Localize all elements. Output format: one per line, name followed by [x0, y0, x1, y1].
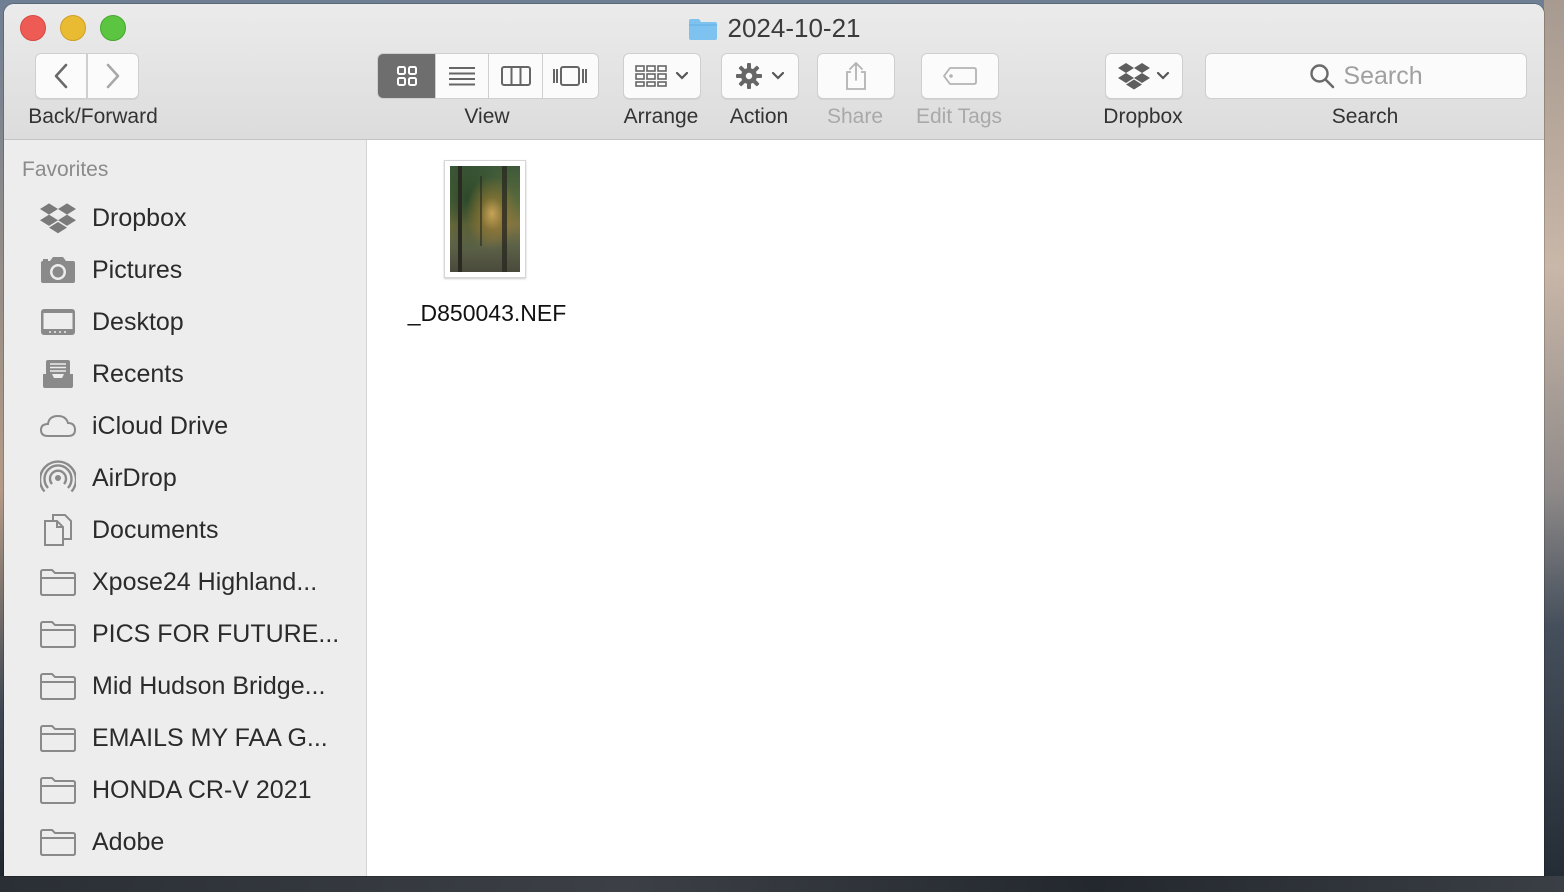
search-field[interactable]: Search	[1205, 53, 1527, 99]
sidebar-item-label: Recents	[92, 359, 184, 388]
arrange-icon	[635, 65, 667, 87]
sidebar-item-airdrop[interactable]: AirDrop	[4, 452, 366, 504]
sidebar: Favorites Dropbox Pictures Desktop Recen…	[4, 140, 367, 876]
recents-icon	[38, 356, 78, 392]
folder-icon	[38, 772, 78, 808]
sidebar-item-label: Adobe	[92, 827, 165, 856]
icon-view-button[interactable]	[378, 54, 437, 98]
sidebar-item-mid-hudson-bridge[interactable]: Mid Hudson Bridge...	[4, 660, 366, 712]
airdrop-icon	[38, 460, 78, 496]
folder-icon	[688, 16, 718, 48]
desktop-background	[1544, 0, 1564, 892]
back-button[interactable]	[35, 53, 87, 99]
photo-preview	[450, 166, 520, 272]
cloud-icon	[38, 408, 78, 444]
edit-tags-label: Edit Tags	[916, 105, 1002, 128]
sidebar-item-adobe[interactable]: Adobe	[4, 816, 366, 868]
camera-icon	[38, 252, 78, 288]
search-icon	[1310, 64, 1335, 89]
search-placeholder: Search	[1343, 61, 1423, 90]
gallery-view-button[interactable]	[543, 54, 598, 98]
favorites-heading: Favorites	[22, 158, 109, 181]
folder-icon	[38, 616, 78, 652]
sidebar-item-pics-for-future[interactable]: PICS FOR FUTURE...	[4, 608, 366, 660]
column-view-button[interactable]	[489, 54, 543, 98]
arrange-label: Arrange	[623, 105, 699, 128]
chevron-left-icon	[54, 63, 68, 89]
column-view-icon	[500, 66, 531, 86]
chevron-right-icon	[106, 63, 120, 89]
list-view-button[interactable]	[436, 54, 490, 98]
sidebar-item-label: HONDA CR-V 2021	[92, 775, 312, 804]
sidebar-item-label: EMAILS MY FAA G...	[92, 723, 328, 752]
sidebar-item-label: PICS FOR FUTURE...	[92, 619, 340, 648]
folder-icon	[38, 668, 78, 704]
desktop-background-bottom	[0, 876, 1564, 892]
finder-window: 2024-10-21 Back/Forward View Arrange Act…	[4, 4, 1544, 876]
dropbox-label: Dropbox	[1103, 105, 1183, 128]
folder-icon	[38, 720, 78, 756]
action-label: Action	[729, 105, 789, 128]
share-button[interactable]	[817, 53, 895, 99]
sidebar-item-documents[interactable]: Documents	[4, 504, 366, 556]
sidebar-item-label: Xpose24 Highland...	[92, 567, 318, 596]
sidebar-item-honda-cr-v-2021[interactable]: HONDA CR-V 2021	[4, 764, 366, 816]
back-forward-label: Back/Forward	[28, 105, 158, 128]
dropbox-toolbar-button[interactable]	[1105, 53, 1183, 99]
sidebar-item-dropbox[interactable]: Dropbox	[4, 192, 366, 244]
sidebar-item-label: iCloud Drive	[92, 411, 229, 440]
sidebar-item-emails-my-faa[interactable]: EMAILS MY FAA G...	[4, 712, 366, 764]
sidebar-item-label: Desktop	[92, 307, 184, 336]
window-title: 2024-10-21	[4, 12, 1544, 44]
dropbox-icon	[1118, 63, 1150, 90]
share-label: Share	[826, 105, 884, 128]
share-icon	[846, 62, 866, 90]
list-view-icon	[449, 67, 476, 86]
desktop-icon	[38, 304, 78, 340]
folder-icon	[38, 564, 78, 600]
gallery-view-icon	[553, 66, 588, 86]
action-button[interactable]	[721, 53, 799, 99]
sidebar-item-label: AirDrop	[92, 463, 177, 492]
sidebar-item-pictures[interactable]: Pictures	[4, 244, 366, 296]
arrange-button[interactable]	[623, 53, 701, 99]
tag-icon	[943, 67, 977, 85]
chevron-down-icon	[771, 71, 785, 80]
documents-icon	[38, 512, 78, 548]
window-title-text: 2024-10-21	[727, 13, 861, 43]
sidebar-item-xpose24-highland[interactable]: Xpose24 Highland...	[4, 556, 366, 608]
file-name[interactable]: _D850043.NEF	[387, 300, 587, 327]
sidebar-item-label: Dropbox	[92, 203, 187, 232]
chevron-down-icon	[1156, 71, 1170, 80]
sidebar-item-recents[interactable]: Recents	[4, 348, 366, 400]
forward-button[interactable]	[87, 53, 139, 99]
sidebar-item-label: Pictures	[92, 255, 183, 284]
sidebar-item-label: Documents	[92, 515, 219, 544]
folder-icon	[38, 824, 78, 860]
sidebar-item-icloud-drive[interactable]: iCloud Drive	[4, 400, 366, 452]
icon-view-icon	[396, 66, 417, 86]
toolbar: 2024-10-21 Back/Forward View Arrange Act…	[4, 4, 1544, 140]
edit-tags-button[interactable]	[921, 53, 999, 99]
file-browser-content: _D850043.NEF	[367, 140, 1544, 876]
gear-icon	[736, 63, 762, 89]
sidebar-item-label: Mid Hudson Bridge...	[92, 671, 326, 700]
view-segmented-control	[377, 53, 599, 99]
sidebar-item-desktop[interactable]: Desktop	[4, 296, 366, 348]
chevron-down-icon	[675, 71, 689, 80]
file-thumbnail[interactable]	[444, 160, 526, 278]
view-label: View	[464, 105, 510, 128]
dropbox-icon	[38, 200, 78, 236]
search-label: Search	[1331, 105, 1399, 128]
